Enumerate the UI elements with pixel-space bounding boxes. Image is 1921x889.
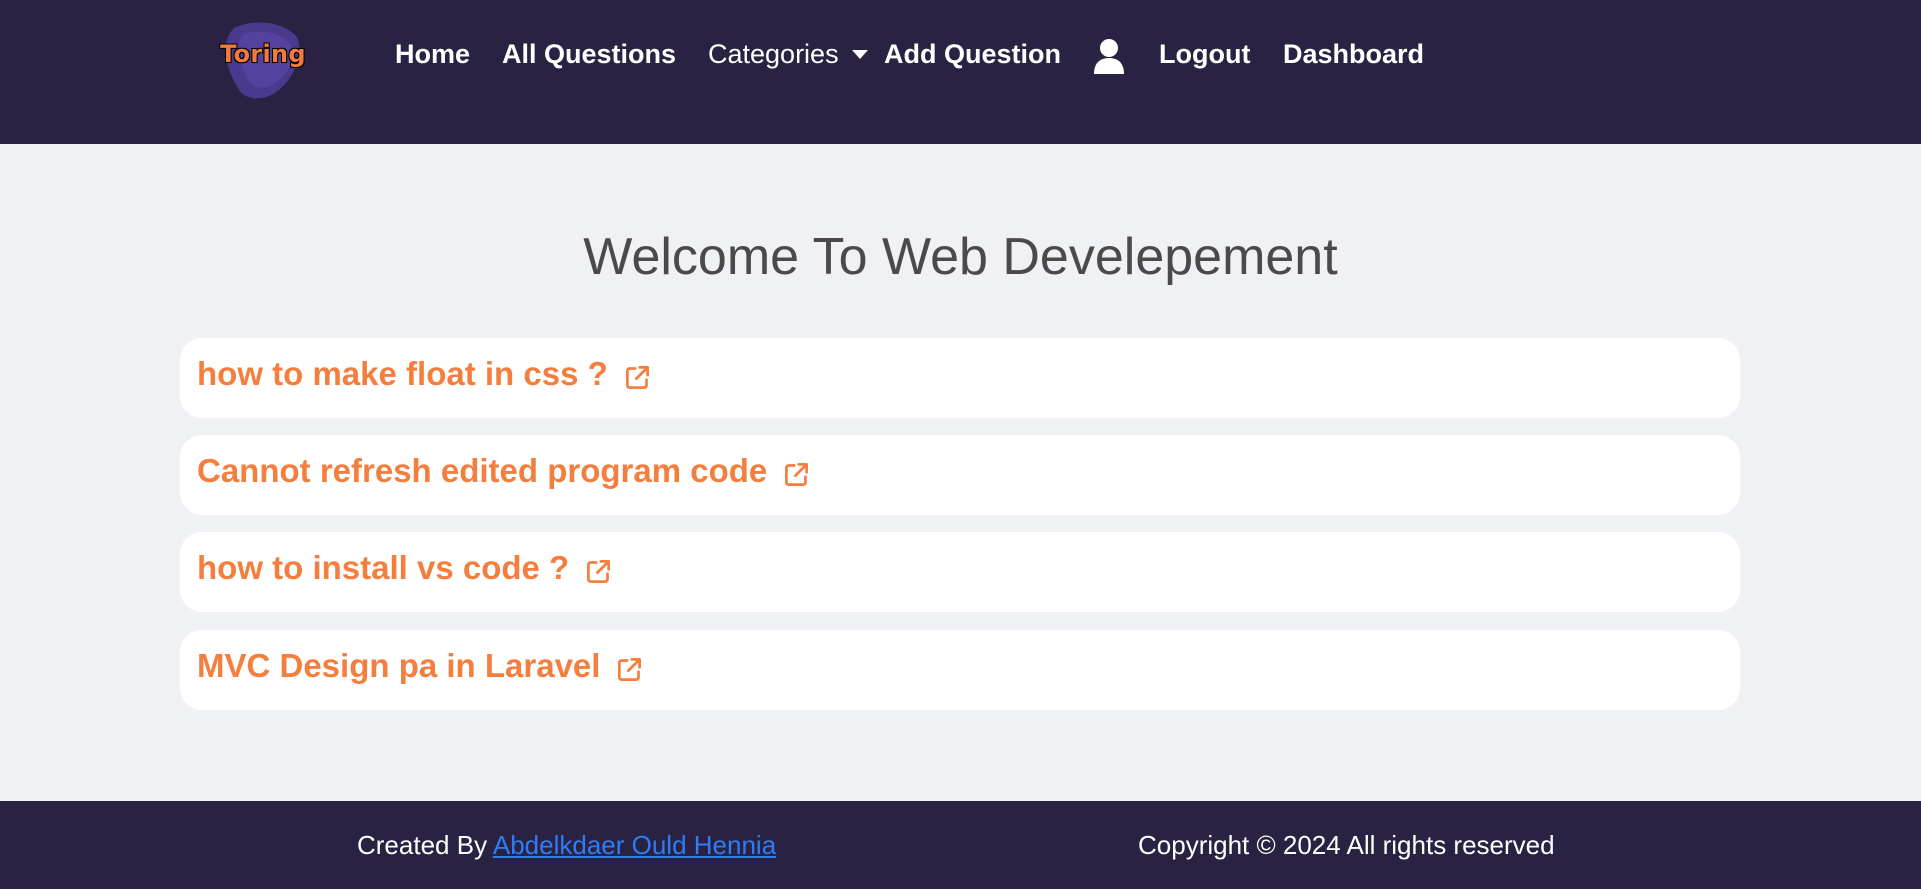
nav-categories-dropdown[interactable]: Categories xyxy=(708,36,839,72)
external-link-icon xyxy=(625,365,649,389)
nav-logout-link[interactable]: Logout xyxy=(1159,36,1250,72)
external-link-icon xyxy=(587,559,611,583)
question-card: how to make float in css ? xyxy=(180,338,1740,418)
page-title: Welcome To Web Develepement xyxy=(583,228,1338,286)
author-link[interactable]: Abdelkdaer Ould Hennia xyxy=(493,830,776,860)
footer: Created By Abdelkdaer Ould Hennia Copyri… xyxy=(0,801,1921,889)
user-icon[interactable] xyxy=(1093,38,1125,74)
footer-created-by: Created By xyxy=(357,830,493,860)
logo-text: Toring xyxy=(220,40,306,68)
nav-home-link[interactable]: Home xyxy=(395,36,470,72)
nav-add-question-link[interactable]: Add Question xyxy=(884,36,1061,72)
question-card: MVC Design pa in Laravel xyxy=(180,630,1740,710)
footer-copyright: Copyright © 2024 All rights reserved xyxy=(1138,830,1555,860)
question-title: MVC Design pa in Laravel xyxy=(197,647,601,684)
nav-dashboard-link[interactable]: Dashboard xyxy=(1283,36,1424,72)
question-title: how to install vs code ? xyxy=(197,549,570,586)
question-link[interactable]: how to make float in css ? xyxy=(197,354,651,394)
external-link-icon xyxy=(618,657,642,681)
question-card: how to install vs code ? xyxy=(180,532,1740,612)
question-link[interactable]: how to install vs code ? xyxy=(197,548,612,588)
footer-credit: Created By Abdelkdaer Ould Hennia xyxy=(357,830,776,861)
question-title: how to make float in css ? xyxy=(197,355,608,392)
question-title: Cannot refresh edited program code xyxy=(197,452,768,489)
navbar: Toring Home All Questions Categories Add… xyxy=(0,0,1921,144)
site-logo[interactable]: Toring xyxy=(214,20,306,100)
caret-down-icon[interactable] xyxy=(852,50,868,59)
nav-all-questions-link[interactable]: All Questions xyxy=(502,36,676,72)
question-link[interactable]: MVC Design pa in Laravel xyxy=(197,646,643,686)
external-link-icon xyxy=(785,462,809,486)
question-card: Cannot refresh edited program code xyxy=(180,435,1740,515)
question-link[interactable]: Cannot refresh edited program code xyxy=(197,451,810,491)
